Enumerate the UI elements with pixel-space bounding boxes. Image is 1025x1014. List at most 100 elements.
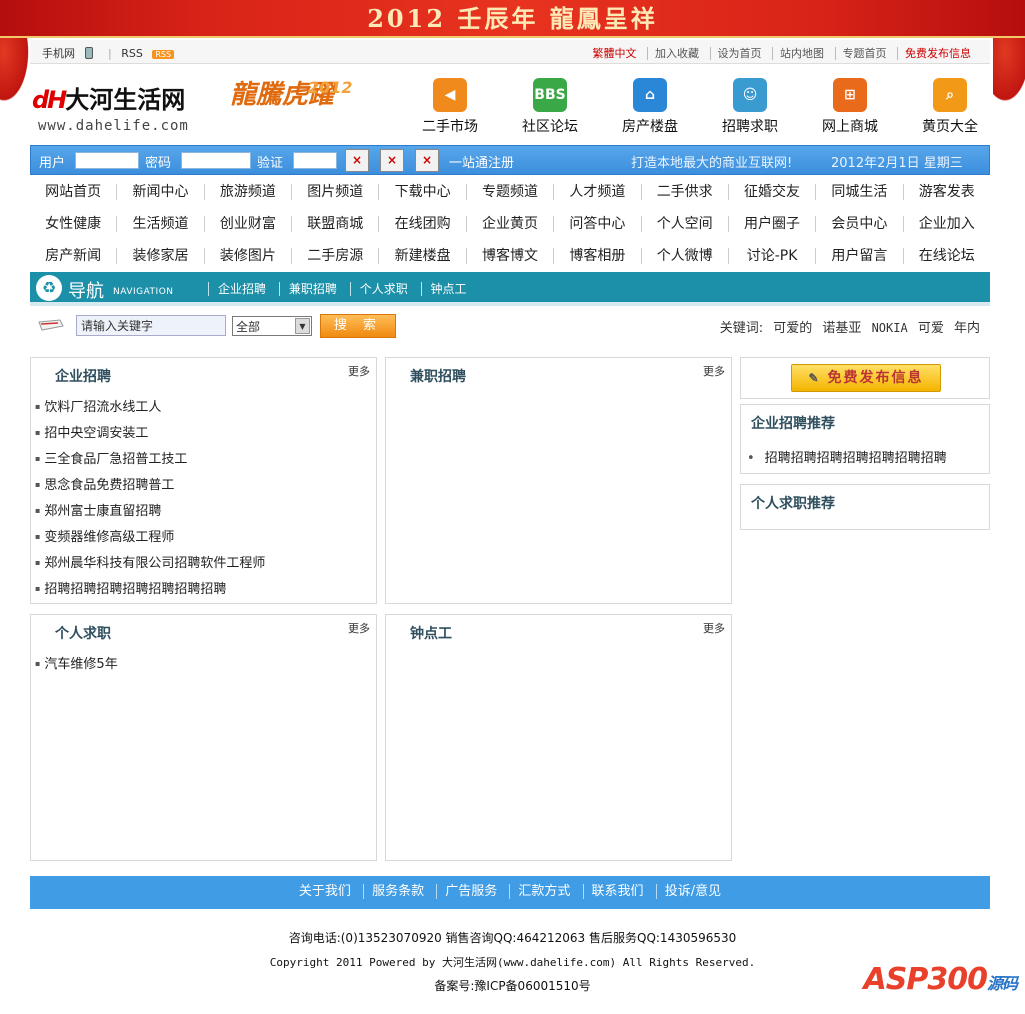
- username-input[interactable]: [75, 152, 139, 169]
- channel-link[interactable]: 在线团购: [378, 216, 465, 232]
- logo-mark: dH: [32, 86, 67, 114]
- quick-nav-item[interactable]: BBS 社区论坛: [500, 78, 600, 136]
- channel-link[interactable]: 会员中心: [815, 216, 902, 232]
- payment-link[interactable]: 汇款方式: [509, 884, 579, 899]
- keyword-link[interactable]: 可爱: [918, 321, 944, 336]
- hourly-workers-panel: 钟点工 更多: [385, 614, 732, 861]
- quick-nav-item[interactable]: ◀ 二手市场: [400, 78, 500, 136]
- channel-link[interactable]: 人才频道: [553, 184, 640, 200]
- channel-link[interactable]: 讨论-PK: [727, 248, 815, 264]
- nav-hourly-workers[interactable]: 钟点工: [420, 282, 476, 296]
- channel-link[interactable]: 专题频道: [465, 184, 553, 200]
- channel-link[interactable]: 女性健康: [30, 216, 116, 232]
- set-homepage-link[interactable]: 设为首页: [709, 47, 769, 60]
- channel-link[interactable]: 同城生活: [815, 184, 902, 200]
- channel-link[interactable]: 联盟商城: [291, 216, 378, 232]
- verify-code-input[interactable]: [293, 152, 337, 169]
- channel-link[interactable]: 创业财富: [203, 216, 291, 232]
- more-link[interactable]: 更多: [703, 620, 725, 636]
- channel-link[interactable]: 征婚交友: [727, 184, 815, 200]
- channel-link[interactable]: 装修家居: [116, 248, 203, 264]
- top-left-links: 手机网 | RSS RSS: [42, 45, 186, 61]
- site-slogan: 打造本地最大的商业互联网!: [631, 156, 793, 171]
- channel-link[interactable]: 企业加入: [902, 216, 990, 232]
- free-post-button[interactable]: ✎ 免费发布信息: [791, 364, 941, 392]
- search-input[interactable]: [76, 315, 226, 336]
- channel-link[interactable]: 网站首页: [30, 184, 116, 200]
- quick-nav-item[interactable]: ☺ 招聘求职: [700, 78, 800, 136]
- password-input[interactable]: [181, 152, 251, 169]
- list-item[interactable]: 汽车维修5年: [35, 653, 117, 679]
- list-item[interactable]: 三全食品厂急招普工技工: [35, 448, 265, 474]
- traditional-chinese-link[interactable]: 繁體中文: [586, 47, 644, 60]
- quick-nav-item[interactable]: ⊞ 网上商城: [800, 78, 900, 136]
- topic-home-link[interactable]: 专题首页: [834, 47, 894, 60]
- mobile-link[interactable]: 手机网: [42, 47, 99, 60]
- channel-link[interactable]: 图片频道: [291, 184, 378, 200]
- channel-link[interactable]: 个人空间: [640, 216, 728, 232]
- keyword-link[interactable]: NOKIA: [872, 321, 908, 335]
- more-link[interactable]: 更多: [703, 363, 725, 379]
- channel-link[interactable]: 个人微博: [640, 248, 728, 264]
- channel-row: 房产新闻 装修家居 装修图片 二手房源 新建楼盘 博客博文 博客相册 个人微博 讨论-PK 用户留…: [30, 240, 990, 272]
- channel-link[interactable]: 旅游频道: [203, 184, 291, 200]
- login-extra-button[interactable]: ×: [415, 149, 439, 172]
- free-post-link[interactable]: 免费发布信息: [897, 47, 978, 60]
- channel-link[interactable]: 博客博文: [465, 248, 553, 264]
- channel-link[interactable]: 新建楼盘: [378, 248, 465, 264]
- complaint-link[interactable]: 投诉/意见: [655, 884, 730, 899]
- register-link[interactable]: 一站通注册: [449, 152, 514, 171]
- nav-job-seekers[interactable]: 个人求职: [349, 282, 417, 296]
- channel-link[interactable]: 下载中心: [378, 184, 465, 200]
- list-item[interactable]: 郑州晨华科技有限公司招聘软件工程师: [35, 552, 265, 578]
- keyword-link[interactable]: 诺基亚: [822, 321, 861, 336]
- rss-link[interactable]: RSS RSS: [121, 47, 180, 60]
- watermark-main: ASP300: [863, 962, 988, 997]
- channel-link[interactable]: 游客发表: [902, 184, 990, 200]
- list-item[interactable]: 郑州富士康直留招聘: [35, 500, 265, 526]
- quick-nav: ◀ 二手市场 BBS 社区论坛 ⌂ 房产楼盘 ☺ 招聘求职 ⊞ 网上商城 ⌕ 黄页大全: [400, 78, 1000, 136]
- channel-link[interactable]: 问答中心: [553, 216, 640, 232]
- nav-enterprise-jobs[interactable]: 企业招聘: [208, 282, 276, 296]
- ads-link[interactable]: 广告服务: [436, 884, 506, 899]
- list-item[interactable]: 思念食品免费招聘普工: [35, 474, 265, 500]
- verify-label: 验证: [257, 156, 284, 171]
- channel-link[interactable]: 企业黄页: [465, 216, 553, 232]
- login-reset-button[interactable]: ×: [380, 149, 404, 172]
- nav-parttime-jobs[interactable]: 兼职招聘: [278, 282, 346, 296]
- channel-link[interactable]: 博客相册: [553, 248, 640, 264]
- more-link[interactable]: 更多: [348, 620, 370, 636]
- channel-link[interactable]: 装修图片: [203, 248, 291, 264]
- free-post-box: ✎ 免费发布信息: [740, 357, 990, 399]
- about-link[interactable]: 关于我们: [291, 884, 359, 899]
- list-item[interactable]: 招聘招聘招聘招聘招聘招聘招聘: [747, 447, 947, 466]
- channel-link[interactable]: 生活频道: [116, 216, 203, 232]
- search-category-select[interactable]: 全部 ▼: [232, 316, 312, 336]
- channel-link[interactable]: 新闻中心: [116, 184, 203, 200]
- add-favorite-link[interactable]: 加入收藏: [647, 47, 706, 60]
- site-map-link[interactable]: 站内地图: [772, 47, 831, 60]
- terms-link[interactable]: 服务条款: [363, 884, 433, 899]
- channel-link[interactable]: 二手房源: [291, 248, 378, 264]
- keyword-link[interactable]: 可爱的: [773, 321, 812, 336]
- list-item[interactable]: 招中央空调安装工: [35, 422, 265, 448]
- channel-link[interactable]: 房产新闻: [30, 248, 116, 264]
- section-nav-bar: ♻ 导航 NAVIGATION 企业招聘 兼职招聘 个人求职 钟点工: [30, 272, 990, 306]
- contact-link[interactable]: 联系我们: [582, 884, 652, 899]
- more-link[interactable]: 更多: [348, 363, 370, 379]
- list-item[interactable]: 招聘招聘招聘招聘招聘招聘招聘: [35, 578, 265, 604]
- jobseek-recommend-title: 个人求职推荐: [751, 496, 835, 512]
- channel-link[interactable]: 用户圈子: [727, 216, 815, 232]
- keyword-link[interactable]: 年内: [954, 321, 980, 336]
- list-item[interactable]: 变频器维修高级工程师: [35, 526, 265, 552]
- quick-nav-item[interactable]: ⌕ 黄页大全: [900, 78, 1000, 136]
- site-logo[interactable]: dH大河生活网 www.dahelife.com: [32, 80, 188, 134]
- channel-link[interactable]: 在线论坛: [902, 248, 990, 264]
- search-button[interactable]: 搜 索: [320, 314, 396, 338]
- login-submit-button[interactable]: ×: [345, 149, 369, 172]
- list-item[interactable]: 饮料厂招流水线工人: [35, 396, 265, 422]
- channel-link[interactable]: 二手供求: [640, 184, 728, 200]
- parttime-jobs-panel: 兼职招聘 更多: [385, 357, 732, 604]
- quick-nav-item[interactable]: ⌂ 房产楼盘: [600, 78, 700, 136]
- channel-link[interactable]: 用户留言: [815, 248, 902, 264]
